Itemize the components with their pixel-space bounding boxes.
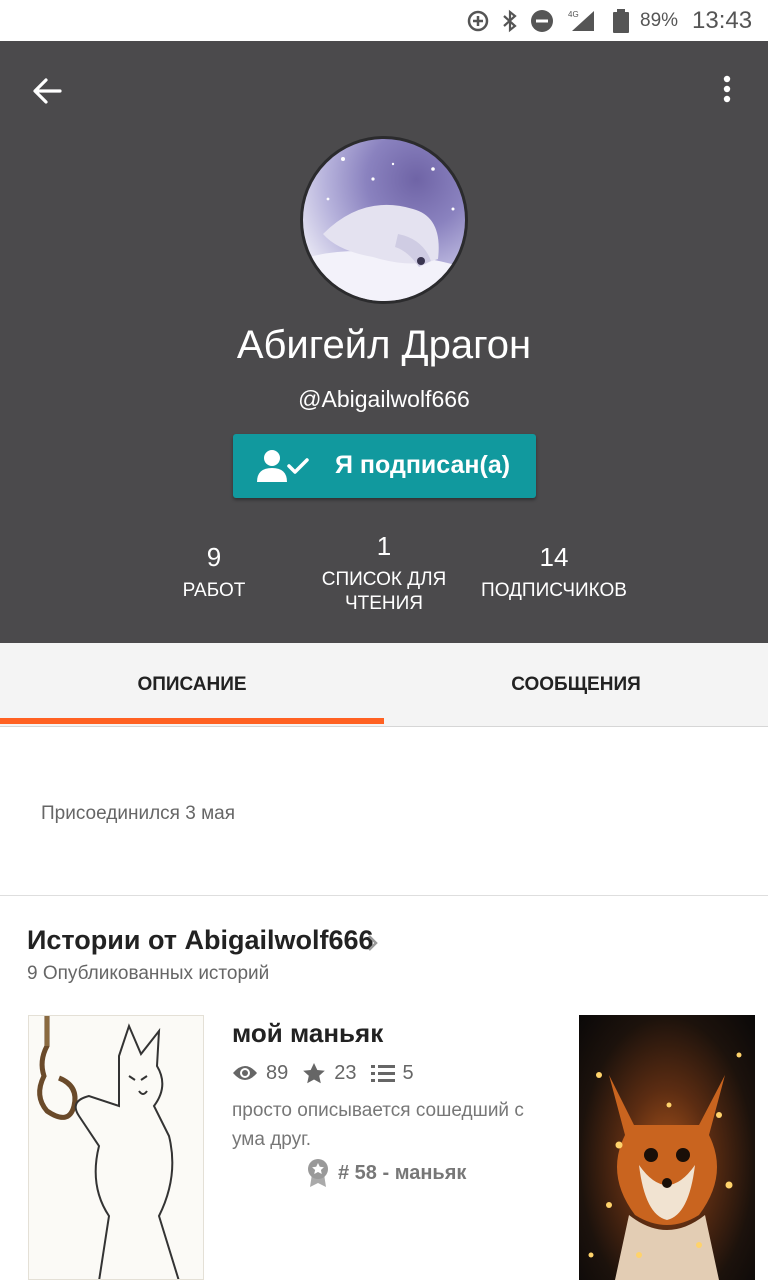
status-bar: 4G 89% 13:43 (0, 0, 768, 41)
story-views: 89 (232, 1062, 288, 1085)
following-button-label: Я подписан(а) (335, 451, 511, 479)
tab-description[interactable]: ОПИСАНИЕ (0, 643, 384, 727)
eye-icon (233, 1066, 257, 1080)
active-tab-indicator (0, 718, 384, 724)
person-check-icon (255, 448, 311, 489)
stat-followers-label: ПОДПИСЧИКОВ (481, 580, 627, 601)
stories-count: 9 Опубликованных историй (27, 963, 270, 984)
chevron-right-icon[interactable] (366, 933, 380, 958)
story-views-count: 89 (266, 1061, 289, 1084)
section-divider (0, 895, 768, 896)
story-parts-count: 5 (402, 1061, 414, 1084)
story-parts: 5 (370, 1061, 414, 1085)
story-rank[interactable]: # 58 - маньяк (306, 1158, 466, 1188)
story-cover-image (37, 1016, 180, 1279)
arrow-left-icon (33, 78, 62, 104)
stat-followers[interactable]: 14 ПОДПИСЧИКОВ (466, 542, 642, 603)
stat-works-value: 9 (206, 542, 222, 572)
story-description: просто описывается сошедший с ума друг. (232, 1100, 524, 1150)
star-icon (303, 1063, 326, 1084)
avatar[interactable] (300, 136, 468, 304)
story-stats: 89 23 5 (232, 1060, 428, 1086)
stat-works-label: РАБОТ (182, 580, 246, 601)
more-options-button[interactable] (710, 69, 744, 113)
4g-signal-icon: 4G (568, 9, 598, 38)
joined-date: Присоединился 3 мая (41, 803, 235, 824)
svg-text:4G: 4G (568, 10, 579, 19)
story-votes: 23 (302, 1061, 357, 1085)
stat-reading-list-label-line2: ЧТЕНИЯ (344, 593, 424, 614)
fox-cover-image (588, 1052, 742, 1280)
profile-username: @Abigailwolf666 (298, 386, 470, 412)
battery-percent: 89% (640, 10, 679, 31)
back-button[interactable] (26, 69, 70, 113)
profile-header: Абигейл Драгон @Abigailwolf666 Я подписа… (0, 41, 768, 643)
stat-reading-list-label-line1: СПИСОК ДЛЯ (321, 569, 447, 590)
story-title[interactable]: мой маньяк (232, 1018, 383, 1049)
profile-display-name: Абигейл Драгон (236, 323, 532, 367)
story-cover-next[interactable] (579, 1015, 755, 1280)
clock: 13:43 (692, 7, 753, 34)
more-vertical-icon (723, 75, 731, 103)
ribbon-award-icon (308, 1159, 328, 1187)
story-votes-count: 23 (334, 1061, 357, 1084)
avatar-image (303, 157, 465, 301)
bluetooth-icon (500, 9, 520, 38)
profile-tabs: ОПИСАНИЕ СООБЩЕНИЯ (0, 643, 768, 727)
stories-section-title[interactable]: Истории от Abigailwolf666 (27, 925, 374, 956)
stat-followers-value: 14 (539, 542, 569, 572)
data-saver-icon (466, 9, 490, 38)
stat-works[interactable]: 9 РАБОТ (154, 542, 274, 603)
following-button[interactable]: Я подписан(а) (233, 434, 536, 498)
stat-reading-list-value: 1 (376, 531, 392, 561)
story-rank-label: # 58 - маньяк (338, 1161, 467, 1184)
tab-messages[interactable]: СООБЩЕНИЯ (384, 643, 768, 727)
list-icon (370, 1065, 395, 1082)
do-not-disturb-icon (530, 9, 554, 38)
stat-reading-list[interactable]: 1 СПИСОК ДЛЯ ЧТЕНИЯ (300, 531, 468, 616)
battery-icon (612, 9, 630, 38)
story-cover[interactable] (28, 1015, 204, 1280)
